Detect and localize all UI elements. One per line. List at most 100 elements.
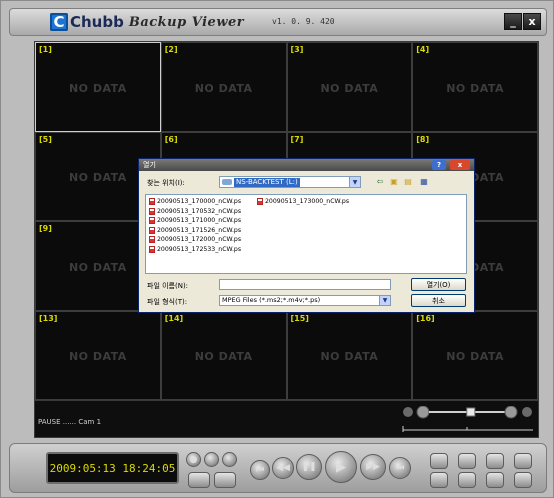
camera-cell[interactable]: [4] NO DATA — [412, 42, 538, 132]
ps-file-icon — [149, 245, 155, 253]
chevron-down-icon[interactable]: ▼ — [349, 177, 360, 187]
no-data-label: NO DATA — [446, 81, 505, 95]
status-strip: PAUSE ...... Cam 1 — [34, 401, 539, 438]
go-end-button[interactable]: ⏭ — [389, 457, 411, 479]
no-data-label: NO DATA — [68, 350, 127, 363]
ps-file-icon — [149, 217, 155, 224]
file-item[interactable]: 20090513_170000_nCW.ps — [149, 198, 241, 205]
no-data-label: NO DATA — [320, 81, 379, 95]
rewind-button[interactable]: ◀◀ — [272, 457, 294, 479]
ps-file-icon — [149, 198, 155, 205]
no-data-label: NO DATA — [446, 350, 505, 363]
chevron-down-icon[interactable]: ▼ — [379, 296, 390, 305]
fast-forward-icon: ▶▶ — [366, 462, 380, 472]
info-button[interactable] — [514, 472, 532, 488]
back-icon[interactable]: ⇦ — [375, 177, 385, 186]
minimize-button[interactable]: _ — [504, 13, 522, 30]
camera-cell-number: [4] — [416, 45, 430, 54]
camera-cell-number: [8] — [416, 134, 430, 144]
slider-left-cap — [416, 406, 430, 419]
look-in-label: 찾는 위치(I): — [147, 179, 185, 187]
camera-cell[interactable]: [2] NO DATA — [160, 42, 287, 132]
skip-forward-icon: ⏭ — [395, 463, 405, 473]
record-button[interactable]: ● — [186, 452, 201, 467]
record-icon: ● — [189, 454, 198, 465]
filename-input[interactable] — [219, 279, 391, 290]
slider-thumb[interactable] — [466, 407, 476, 417]
filename-label: 파일 이름(N): — [147, 282, 189, 290]
layout-4-button[interactable] — [458, 453, 476, 469]
speed-slider[interactable] — [401, 406, 535, 434]
look-in-select[interactable]: NS-BACKTEST (L:) ▼ — [219, 176, 361, 188]
close-icon: x — [528, 15, 536, 28]
file-item[interactable]: 20090513_170532_nCW.ps — [149, 207, 241, 215]
camera-cell[interactable]: [13] NO DATA — [35, 310, 161, 400]
camera-cell-number: [7] — [290, 134, 304, 144]
pause-icon: ❚❚ — [301, 462, 317, 472]
cancel-button[interactable]: 취소 — [411, 294, 466, 307]
filetype-label: 파일 형식(T): — [147, 298, 188, 306]
slow-icon[interactable] — [403, 407, 413, 417]
drive-icon — [222, 179, 232, 185]
layout-16-button[interactable] — [514, 453, 532, 469]
dialog-help-button[interactable]: ? — [432, 160, 446, 170]
settings-button[interactable] — [486, 472, 504, 488]
file-item[interactable]: 20090513_171526_nCW.ps — [149, 226, 241, 234]
file-item[interactable]: 20090513_172533_nCW.ps — [149, 245, 242, 253]
ps-file-icon — [149, 226, 155, 234]
camera-cell[interactable]: [14] NO DATA — [160, 310, 287, 400]
filetype-select[interactable]: MPEG Files (*.ms2;*.m4v;*.ps) ▼ — [219, 295, 391, 306]
open-file-dialog: 열기 ? x 찾는 위치(I): NS-BACKTEST (L:) ▼ ⇦ ▣ … — [138, 158, 475, 313]
dialog-title-bar[interactable]: 열기 ? x — [139, 159, 474, 171]
view-menu-icon[interactable]: ▦ — [419, 177, 429, 186]
camera-cell[interactable]: [3] NO DATA — [286, 42, 413, 132]
zoom-out-button[interactable] — [188, 472, 210, 488]
camera-cell-number: [3] — [290, 45, 304, 54]
ps-file-icon — [257, 198, 263, 205]
file-item[interactable]: 20090513_172000_nCW.ps — [149, 236, 241, 243]
close-button[interactable]: x — [523, 13, 541, 30]
play-button[interactable]: ▶ — [325, 451, 357, 483]
file-name: 20090513_170000_nCW.ps — [157, 198, 242, 205]
look-in-value: NS-BACKTEST (L:) — [234, 178, 300, 187]
pause-button[interactable]: ❚❚ — [296, 454, 322, 480]
skip-back-icon: ⏮ — [255, 465, 265, 475]
grid-view-button[interactable] — [458, 472, 476, 488]
fullscreen-button[interactable] — [430, 472, 448, 488]
layout-9-button[interactable] — [486, 453, 504, 469]
camera-cell-number: [5] — [39, 134, 52, 144]
file-list[interactable]: 20090513_170000_nCW.ps 20090513_170532_nC… — [145, 194, 467, 274]
camera-cell-number: [16] — [416, 313, 435, 323]
camera-cell[interactable]: [1] NO DATA — [35, 42, 161, 132]
camera-cell-number: [13] — [39, 313, 58, 323]
file-item[interactable]: 20090513_171000_nCW.ps — [149, 217, 241, 224]
backup-viewer-window: C Chubb Backup Viewer v1. 0. 9. 420 _ x … — [0, 0, 554, 498]
fast-icon[interactable] — [522, 407, 532, 417]
camera-cell[interactable]: [15] NO DATA — [286, 310, 413, 400]
file-name: 20090513_172000_nCW.ps — [157, 236, 242, 243]
ps-file-icon — [149, 207, 155, 215]
layout-1-button[interactable] — [430, 453, 448, 469]
up-folder-icon[interactable]: ▣ — [389, 177, 399, 186]
snapshot-button[interactable] — [204, 452, 219, 467]
camera-cell-number: [6] — [164, 134, 178, 144]
fast-forward-button[interactable]: ▶▶ — [360, 454, 386, 480]
print-button[interactable] — [222, 452, 237, 467]
go-start-button[interactable]: ⏮ — [250, 460, 270, 480]
zoom-in-button[interactable] — [214, 472, 236, 488]
file-name: 20090513_172533_nCW.ps — [157, 245, 242, 253]
title-bar[interactable]: C Chubb Backup Viewer v1. 0. 9. 420 _ x — [9, 8, 547, 36]
camera-cell[interactable]: [16] NO DATA — [412, 310, 538, 400]
file-name: 20090513_171000_nCW.ps — [157, 217, 242, 224]
open-button[interactable]: 열기(O) — [411, 278, 466, 291]
status-text: PAUSE ...... Cam 1 — [38, 418, 102, 426]
new-folder-icon[interactable]: ▤ — [403, 177, 413, 186]
minimize-icon: _ — [510, 15, 516, 28]
date-time-display: 2009:05:13 18:24:05 — [46, 452, 179, 484]
slider-right-cap — [504, 406, 518, 419]
file-name: 20090513_173000_nCW.ps — [265, 198, 350, 205]
no-data-label: NO DATA — [194, 81, 253, 95]
camera-cell-number: [1] — [39, 45, 52, 54]
dialog-close-button[interactable]: x — [450, 160, 470, 170]
file-item[interactable]: 20090513_173000_nCW.ps — [257, 198, 349, 205]
